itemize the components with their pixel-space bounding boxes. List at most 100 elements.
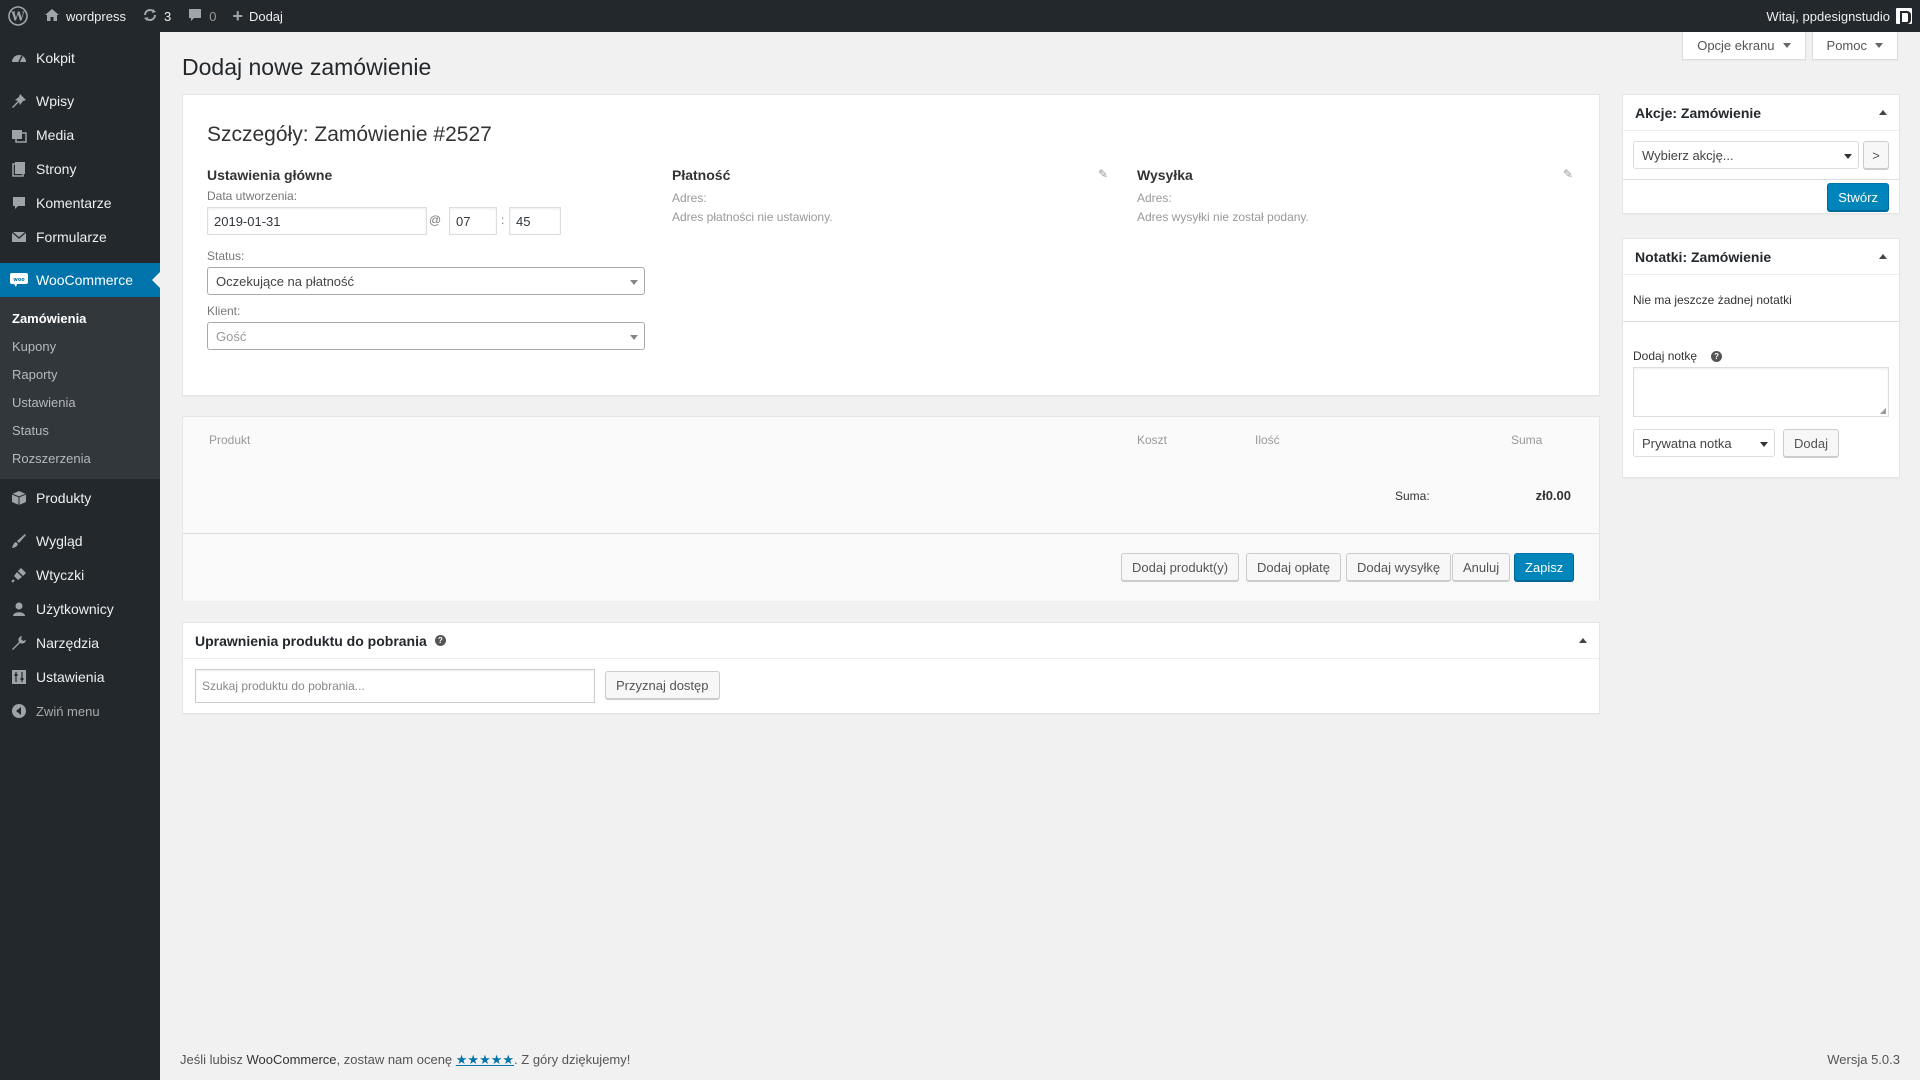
add-note-label-row: Dodaj notkę ? (1633, 349, 1723, 363)
comments-icon (10, 194, 28, 212)
menu-item-products[interactable]: Produkty (0, 481, 160, 515)
note-type-value: Prywatna notka (1642, 435, 1732, 451)
new-content-link[interactable]: + Dodaj (224, 0, 290, 32)
add-fee-button[interactable]: Dodaj opłatę (1246, 553, 1341, 581)
page-title: Dodaj nowe zamówienie (182, 54, 432, 80)
order-action-select[interactable]: Wybierz akcję... (1633, 141, 1859, 169)
menu-item-media[interactable]: Media (0, 118, 160, 152)
submenu-item-coupons[interactable]: Kupony (0, 332, 160, 360)
resize-handle-icon[interactable]: ◢ (1880, 406, 1886, 415)
menu-label: Wpisy (36, 93, 75, 109)
customer-select[interactable]: Gość (207, 322, 645, 350)
site-name: wordpress (66, 8, 126, 24)
submenu-item-extensions[interactable]: Rozszerzenia (0, 444, 160, 472)
collapse-toggle-icon[interactable] (1879, 254, 1887, 259)
menu-label: Kokpit (36, 50, 75, 66)
collapse-menu-button[interactable]: Zwiń menu (0, 694, 160, 728)
help-label: Pomoc (1826, 38, 1867, 53)
submenu-item-reports[interactable]: Raporty (0, 360, 160, 388)
plugin-icon (10, 566, 28, 584)
add-shipping-button[interactable]: Dodaj wysyłkę (1346, 553, 1452, 581)
collapse-toggle-icon[interactable] (1879, 110, 1887, 115)
help-button[interactable]: Pomoc (1811, 32, 1898, 60)
menu-label: Produkty (36, 490, 92, 506)
caret-down-icon (1875, 43, 1883, 48)
site-name-link[interactable]: wordpress (36, 0, 134, 32)
greeting: Witaj, ppdesignstudio (1766, 8, 1890, 24)
help-icon[interactable]: ? (1711, 350, 1723, 362)
brush-icon (10, 532, 28, 550)
menu-item-pages[interactable]: Strony (0, 152, 160, 186)
menu-item-tools[interactable]: Narzędzia (0, 626, 160, 660)
customer-label: Klient: (207, 304, 241, 318)
menu-item-plugins[interactable]: Wtyczki (0, 558, 160, 592)
order-actions-title: Akcje: Zamówienie (1635, 104, 1762, 121)
menu-item-woocommerce[interactable]: woo WooCommerce (0, 263, 160, 297)
menu-item-settings[interactable]: Ustawienia (0, 660, 160, 694)
dashboard-icon (10, 49, 28, 67)
note-textarea[interactable]: ◢ (1633, 367, 1889, 417)
submenu-item-status[interactable]: Status (0, 416, 160, 444)
add-note-button[interactable]: Dodaj (1783, 429, 1839, 457)
general-title: Ustawienia główne (207, 167, 333, 183)
apply-action-button[interactable]: > (1863, 141, 1889, 169)
svg-text:woo: woo (13, 277, 25, 283)
comments-link[interactable]: 0 (179, 0, 224, 32)
download-permissions-panel: Uprawnienia produktu do pobrania ? Szuka… (182, 622, 1600, 714)
order-notes-title: Notatki: Zamówienie (1635, 248, 1772, 265)
caret-down-icon (1782, 43, 1791, 48)
shipping-title: Wysyłka (1137, 167, 1193, 183)
screen-options-button[interactable]: Opcje ekranu (1682, 32, 1806, 60)
grant-access-button[interactable]: Przyznaj dostęp (605, 671, 720, 699)
download-search-input[interactable]: Szukaj produktu do pobrania... (195, 669, 595, 703)
my-account-link[interactable]: Witaj, ppdesignstudio (1758, 0, 1920, 32)
submenu-item-settings[interactable]: Ustawienia (0, 388, 160, 416)
add-product-button[interactable]: Dodaj produkt(y) (1121, 553, 1240, 581)
billing-column: Płatność ✎ Adres: Adres płatności nie us… (672, 167, 1112, 224)
order-notes-header[interactable]: Notatki: Zamówienie (1623, 239, 1899, 275)
menu-item-forms[interactable]: Formularze (0, 220, 160, 254)
menu-label: Narzędzia (36, 635, 100, 651)
order-actions-header[interactable]: Akcje: Zamówienie (1623, 95, 1899, 131)
menu-item-dashboard[interactable]: Kokpit (0, 41, 160, 75)
order-status-select[interactable]: Oczekujące na płatność (207, 267, 645, 295)
status-label: Status: (207, 249, 245, 263)
avatar (1896, 8, 1912, 24)
menu-item-posts[interactable]: Wpisy (0, 84, 160, 118)
save-button[interactable]: Zapisz (1514, 553, 1575, 581)
updates-link[interactable]: 3 (134, 0, 179, 32)
cancel-button[interactable]: Anuluj (1452, 553, 1511, 581)
edit-shipping-pencil-icon[interactable]: ✎ (1563, 167, 1573, 181)
wrench-icon (10, 634, 28, 652)
pin-icon (10, 92, 28, 110)
edit-billing-pencil-icon[interactable]: ✎ (1098, 167, 1108, 181)
notes-divider (1623, 321, 1899, 322)
wordpress-logo-icon[interactable]: W (0, 0, 36, 32)
order-hour-input[interactable]: 07 (449, 207, 497, 235)
download-permissions-header[interactable]: Uprawnienia produktu do pobrania ? (183, 623, 1599, 659)
menu-item-comments[interactable]: Komentarze (0, 186, 160, 220)
note-type-select[interactable]: Prywatna notka (1633, 429, 1775, 457)
order-data-panel: Szczegóły: Zamówienie #2527 Ustawienia g… (182, 94, 1600, 396)
create-order-button[interactable]: Stwórz (1827, 183, 1889, 211)
menu-label: Wtyczki (36, 567, 85, 583)
collapse-toggle-icon[interactable] (1579, 638, 1587, 643)
rating-stars-link[interactable]: ★★★★★ (456, 1052, 514, 1067)
menu-label: Użytkownicy (36, 601, 114, 617)
menu-item-appearance[interactable]: Wygląd (0, 524, 160, 558)
shipping-address-label: Adres: (1137, 191, 1172, 205)
admin-footer: Jeśli lubisz WooCommerce, zostaw nam oce… (180, 1052, 1900, 1068)
submenu-item-orders[interactable]: Zamówienia (0, 304, 160, 332)
screen-meta-links: Opcje ekranu Pomoc (1682, 32, 1898, 60)
billing-title: Płatność (672, 167, 731, 183)
order-actions-box: Akcje: Zamówienie Wybierz akcję... > Stw… (1622, 94, 1900, 214)
order-minute-input[interactable]: 45 (509, 207, 561, 235)
help-icon[interactable]: ? (434, 635, 446, 646)
screen-options-label: Opcje ekranu (1697, 38, 1775, 53)
home-icon (44, 7, 60, 26)
column-cost: Koszt (1137, 433, 1168, 447)
admin-sidebar: Kokpit Wpisy Media Strony Komentarze For… (0, 32, 160, 1080)
download-permissions-title: Uprawnienia produktu do pobrania (195, 632, 427, 649)
order-date-input[interactable]: 2019-01-31 (207, 207, 427, 235)
menu-item-users[interactable]: Użytkownicy (0, 592, 160, 626)
